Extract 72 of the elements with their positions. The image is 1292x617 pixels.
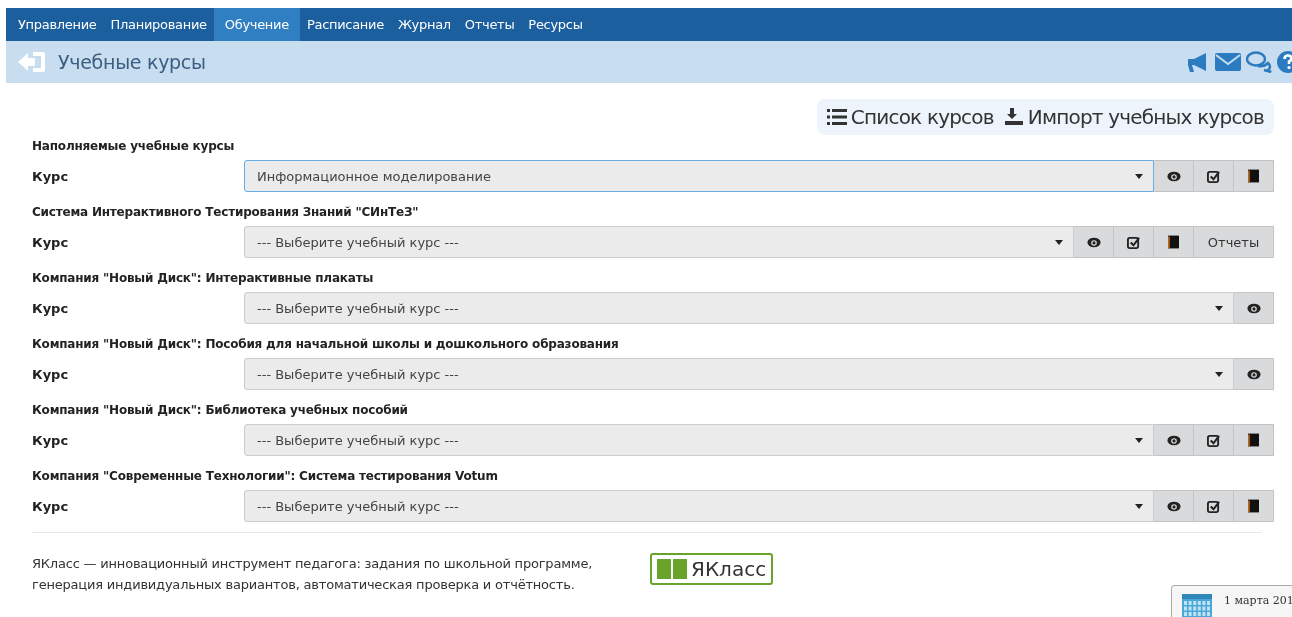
import-icon [1003, 108, 1024, 126]
course-select[interactable]: --- Выберите учебный курс --- [244, 292, 1234, 324]
action-button[interactable] [1154, 226, 1194, 258]
course-select[interactable]: Информационное моделирование [244, 160, 1154, 192]
eye-icon [1246, 368, 1261, 380]
action-button[interactable] [1154, 160, 1194, 192]
course-select[interactable]: --- Выберите учебный курс --- [244, 490, 1154, 522]
nav-tab[interactable]: Ресурсы [521, 8, 590, 41]
action-button[interactable] [1194, 490, 1234, 522]
action-button[interactable] [1194, 160, 1234, 192]
action-button[interactable] [1234, 424, 1274, 456]
checkbox-icon [1207, 499, 1220, 513]
book-icon [1168, 235, 1179, 249]
caret-icon [1055, 239, 1063, 245]
field-label: Курс [32, 300, 70, 316]
field-label: Курс [32, 432, 70, 448]
eye-icon [1086, 236, 1101, 248]
field-label: Курс [32, 366, 70, 382]
book-icon [1248, 433, 1259, 447]
nav-tab[interactable]: Обучение [213, 8, 300, 41]
action-button[interactable] [1114, 226, 1154, 258]
action-button[interactable] [1194, 424, 1234, 456]
action-button[interactable] [1234, 358, 1274, 390]
book-icon [657, 558, 687, 580]
calendar-icon [1182, 594, 1212, 617]
section-title: Компания "Современные Технологии": Система тестирования Votum [32, 469, 499, 483]
nav-tab[interactable]: Журнал [390, 8, 458, 41]
action-button[interactable] [1074, 226, 1114, 258]
caret-icon [1215, 305, 1223, 311]
toolbar-link[interactable]: Импорт учебных курсов [1003, 105, 1264, 129]
checkbox-icon [1207, 169, 1220, 183]
course-select[interactable]: --- Выберите учебный курс --- [244, 424, 1154, 456]
nav-tab[interactable]: Управление [11, 8, 104, 41]
field-label: Курс [32, 168, 70, 184]
field-label: Курс [32, 234, 70, 250]
section-title: Компания "Новый Диск": Интерактивные плакаты [32, 271, 375, 285]
section-title: Наполняемые учебные курсы [32, 139, 236, 153]
section-title: Компания "Новый Диск": Библиотека учебных пособий [32, 403, 409, 417]
envelope-icon[interactable] [1215, 52, 1241, 72]
section-title: Компания "Новый Диск": Пособия для начальной школы и дошкольного образования [32, 337, 620, 351]
course-select[interactable]: --- Выберите учебный курс --- [244, 358, 1234, 390]
eye-icon [1166, 170, 1181, 182]
page-title: Учебные курсы [58, 51, 206, 73]
book-icon [1248, 499, 1259, 513]
caret-icon [1135, 437, 1143, 443]
book-icon [1248, 169, 1259, 183]
nav-tab[interactable]: Отчеты [457, 8, 522, 41]
nav-tab[interactable]: Планирование [103, 8, 214, 41]
caret-icon [1215, 371, 1223, 377]
eye-icon [1246, 302, 1261, 314]
action-button[interactable]: Отчеты [1194, 226, 1274, 258]
checkbox-icon [1207, 433, 1220, 447]
caret-icon [1135, 503, 1143, 509]
eye-icon [1166, 500, 1181, 512]
eye-icon [1166, 434, 1181, 446]
brand-logo-link[interactable]: ЯКласс [650, 553, 774, 585]
action-button[interactable] [1234, 160, 1274, 192]
toolbar-link[interactable]: Список курсов [826, 105, 994, 129]
action-button[interactable] [1154, 490, 1194, 522]
caret-icon [1135, 173, 1143, 179]
list-icon [826, 108, 847, 126]
course-select[interactable]: --- Выберите учебный курс --- [244, 226, 1074, 258]
action-button[interactable] [1234, 490, 1274, 522]
action-button[interactable] [1154, 424, 1194, 456]
date-popup: 1 марта 201 [1171, 585, 1292, 617]
checkbox-icon [1127, 235, 1140, 249]
nav-tab[interactable]: Расписание [299, 8, 391, 41]
action-button[interactable] [1234, 292, 1274, 324]
chat-icon[interactable] [1246, 51, 1272, 73]
promo-text: ЯКласс — инновационный инструмент педагога: задания по школьной программе, генерация индивидуальных вариантов, автоматическая проверка и отчётность. [32, 555, 594, 594]
field-label: Курс [32, 498, 70, 514]
section-title: Система Интерактивного Тестирования Знаний "СИнТеЗ" [32, 205, 420, 219]
